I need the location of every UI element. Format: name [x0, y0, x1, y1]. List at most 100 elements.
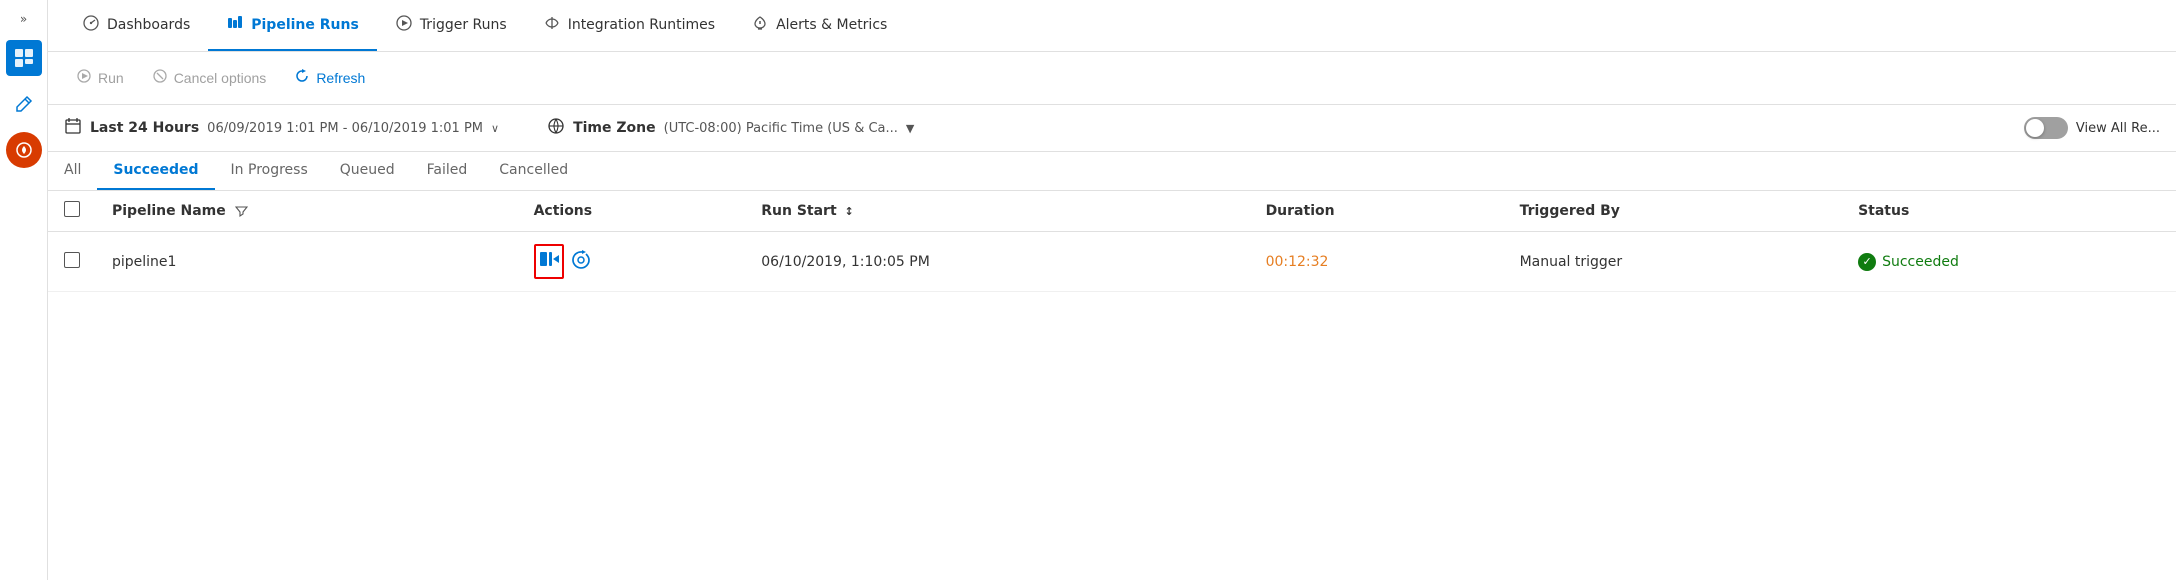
time-range-value: 06/09/2019 1:01 PM - 06/10/2019 1:01 PM	[207, 121, 483, 136]
status-tab-succeeded[interactable]: Succeeded	[97, 152, 214, 190]
time-range-filter[interactable]: Last 24 Hours 06/09/2019 1:01 PM - 06/10…	[64, 117, 499, 139]
col-duration: Duration	[1250, 191, 1504, 232]
table-row: pipeline1	[48, 232, 2176, 292]
tab-pipeline-runs[interactable]: Pipeline Runs	[208, 0, 377, 51]
tab-integration-runtimes[interactable]: Integration Runtimes	[525, 0, 733, 51]
run-pipeline-icon[interactable]	[538, 248, 560, 275]
rerun-icon[interactable]	[570, 248, 592, 275]
duration-col-label: Duration	[1266, 203, 1335, 219]
col-pipeline-name: Pipeline Name	[96, 191, 518, 232]
run-label: Run	[98, 70, 124, 86]
col-run-start[interactable]: Run Start ↕	[745, 191, 1249, 232]
tab-alerts-metrics-label: Alerts & Metrics	[776, 17, 887, 33]
select-all-checkbox[interactable]	[64, 201, 80, 217]
pipeline-name-value: pipeline1	[112, 254, 176, 270]
run-start-value: 06/10/2019, 1:10:05 PM	[761, 254, 930, 270]
toggle-thumb	[2026, 119, 2044, 137]
sidebar-collapse-icon[interactable]: »	[16, 8, 31, 30]
time-range-chevron-icon: ∨	[491, 122, 499, 135]
timezone-value: (UTC-08:00) Pacific Time (US & Ca...	[664, 121, 898, 136]
sidebar-icon-edit[interactable]	[6, 86, 42, 122]
triggered-by-value: Manual trigger	[1520, 254, 1623, 270]
col-actions: Actions	[518, 191, 746, 232]
status-tab-queued-label: Queued	[340, 162, 395, 178]
status-tab-succeeded-label: Succeeded	[113, 162, 198, 178]
tab-trigger-runs-label: Trigger Runs	[420, 17, 507, 33]
tab-dashboards[interactable]: Dashboards	[64, 0, 208, 51]
dashboards-tab-icon	[82, 14, 100, 36]
tab-dashboards-label: Dashboards	[107, 17, 190, 33]
status-tab-all[interactable]: All	[64, 152, 97, 190]
cancel-options-button[interactable]: Cancel options	[140, 62, 279, 94]
view-all-toggle[interactable]	[2024, 117, 2068, 139]
alerts-metrics-tab-icon	[751, 14, 769, 36]
row-run-start-cell: 06/10/2019, 1:10:05 PM	[745, 232, 1249, 292]
row-checkbox-cell	[48, 232, 96, 292]
row-actions-cell	[518, 232, 746, 292]
row-duration-cell: 00:12:32	[1250, 232, 1504, 292]
timezone-chevron-icon: ▼	[906, 122, 914, 135]
view-all-label: View All Re...	[2076, 121, 2160, 136]
sidebar-icon-dashboard[interactable]	[6, 40, 42, 76]
time-range-label: Last 24 Hours	[90, 120, 199, 136]
tab-pipeline-runs-label: Pipeline Runs	[251, 17, 359, 33]
row-triggered-by-cell: Manual trigger	[1504, 232, 1843, 292]
status-tabs: All Succeeded In Progress Queued Failed …	[48, 152, 2176, 191]
run-button[interactable]: Run	[64, 62, 136, 94]
row-pipeline-name-cell: pipeline1	[96, 232, 518, 292]
col-checkbox	[48, 191, 96, 232]
sidebar-icon-monitor[interactable]	[6, 132, 42, 168]
tab-alerts-metrics[interactable]: Alerts & Metrics	[733, 0, 905, 51]
status-tab-cancelled-label: Cancelled	[499, 162, 568, 178]
monitor-icon	[13, 139, 35, 161]
sidebar: »	[0, 0, 48, 580]
refresh-button[interactable]: Refresh	[282, 62, 377, 94]
dashboard-icon	[13, 47, 35, 69]
row-status-cell: Succeeded	[1842, 232, 2176, 292]
main-content: Dashboards Pipeline Runs Trigger Runs	[48, 0, 2176, 580]
refresh-icon	[294, 68, 310, 88]
actions-col-label: Actions	[534, 203, 593, 219]
tab-integration-runtimes-label: Integration Runtimes	[568, 17, 715, 33]
success-icon	[1858, 253, 1876, 271]
pipeline-runs-table-container: Pipeline Name Actions Run Start ↕	[48, 191, 2176, 580]
status-tab-failed-label: Failed	[427, 162, 468, 178]
row-checkbox[interactable]	[64, 252, 80, 268]
run-icon	[76, 68, 92, 88]
run-pipeline-button-box[interactable]	[534, 244, 564, 279]
status-tab-failed[interactable]: Failed	[411, 152, 484, 190]
action-buttons	[534, 244, 730, 279]
view-all-toggle-group: View All Re...	[2024, 117, 2160, 139]
tab-trigger-runs[interactable]: Trigger Runs	[377, 0, 525, 51]
pipeline-name-filter-icon[interactable]	[231, 203, 248, 219]
timezone-filter[interactable]: Time Zone (UTC-08:00) Pacific Time (US &…	[547, 117, 914, 139]
nav-tabs: Dashboards Pipeline Runs Trigger Runs	[48, 0, 2176, 52]
timezone-label: Time Zone	[573, 120, 656, 136]
pipeline-name-col-label: Pipeline Name	[112, 203, 226, 219]
trigger-runs-tab-icon	[395, 14, 413, 36]
filter-bar: Last 24 Hours 06/09/2019 1:01 PM - 06/10…	[48, 105, 2176, 152]
triggered-by-col-label: Triggered By	[1520, 203, 1620, 219]
status-value: Succeeded	[1882, 254, 1959, 270]
duration-value: 00:12:32	[1266, 254, 1329, 270]
cancel-options-label: Cancel options	[174, 70, 267, 86]
refresh-label: Refresh	[316, 70, 365, 86]
col-triggered-by: Triggered By	[1504, 191, 1843, 232]
globe-icon	[547, 117, 565, 139]
toolbar: Run Cancel options Refresh	[48, 52, 2176, 105]
col-status: Status	[1842, 191, 2176, 232]
pipeline-runs-tab-icon	[226, 14, 244, 36]
status-col-label: Status	[1858, 203, 1909, 219]
status-tab-all-label: All	[64, 162, 81, 178]
table-header-row: Pipeline Name Actions Run Start ↕	[48, 191, 2176, 232]
run-start-col-label: Run Start	[761, 203, 836, 219]
calendar-icon	[64, 117, 82, 139]
pipeline-runs-table: Pipeline Name Actions Run Start ↕	[48, 191, 2176, 292]
run-start-sort-icon: ↕	[845, 205, 854, 218]
pencil-icon	[13, 93, 35, 115]
status-tab-queued[interactable]: Queued	[324, 152, 411, 190]
status-badge: Succeeded	[1858, 253, 2160, 271]
status-tab-in-progress[interactable]: In Progress	[215, 152, 324, 190]
status-tab-in-progress-label: In Progress	[231, 162, 308, 178]
status-tab-cancelled[interactable]: Cancelled	[483, 152, 584, 190]
